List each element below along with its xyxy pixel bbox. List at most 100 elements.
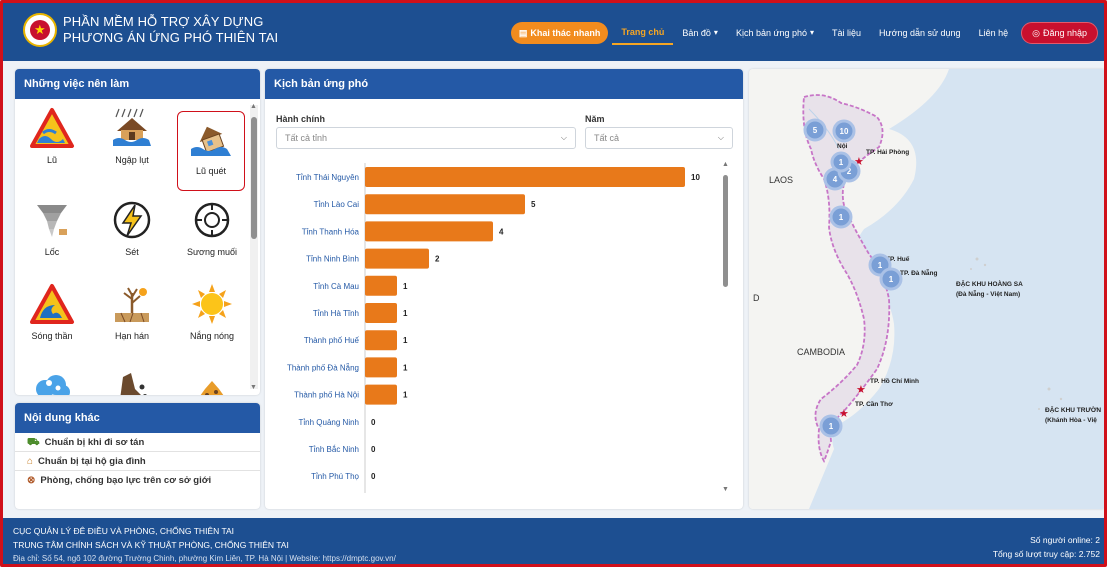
- scroll-down-arrow-icon[interactable]: ▼: [250, 384, 257, 391]
- nav-map[interactable]: Bản đồ ▾: [673, 22, 727, 44]
- top-header: ★ PHẦN MỀM HỖ TRỢ XÂY DỰNG PHƯƠNG ÁN ỨNG…: [3, 3, 1104, 61]
- map-label-d: D: [753, 293, 760, 303]
- chart-bar[interactable]: [365, 194, 525, 215]
- footer-org-1: CỤC QUẢN LÝ ĐÊ ĐIỀU VÀ PHÒNG, CHỐNG THIÊ…: [13, 526, 235, 536]
- chevron-down-icon: ▾: [810, 28, 815, 37]
- hazard-item-sat-lo[interactable]: [99, 361, 165, 395]
- cluster-marker[interactable]: 1: [829, 205, 853, 229]
- quick-access-button[interactable]: ▤ Khai thác nhanh: [510, 22, 609, 44]
- chart-bar[interactable]: [365, 357, 397, 378]
- chart-scrollbar[interactable]: ▲ ▼: [721, 161, 731, 493]
- map-label-truong-sa: ĐẶC KHU TRƯỜN: [1045, 405, 1101, 414]
- hazard-item-han-han[interactable]: Hạn hán: [99, 277, 165, 355]
- other-item-household[interactable]: ⌂ Chuẩn bị tại hộ gia đình: [15, 452, 260, 471]
- cluster-count: 1: [839, 213, 844, 222]
- chevron-down-icon: ⌵: [560, 133, 567, 142]
- hazard-item-ngap-lut[interactable]: Ngập lụt: [99, 101, 165, 179]
- scrollbar-thumb[interactable]: [251, 117, 257, 239]
- brand-title[interactable]: PHẦN MỀM HỖ TRỢ XÂY DỰNG PHƯƠNG ÁN ỨNG P…: [63, 14, 278, 46]
- logo-emblem: ★: [30, 20, 50, 40]
- hazards-scrollbar[interactable]: ▲ ▼: [250, 103, 258, 391]
- chart-bar[interactable]: [365, 248, 429, 269]
- nav-guide[interactable]: Hướng dẫn sử dụng: [870, 22, 970, 44]
- chart-bar[interactable]: [365, 330, 397, 351]
- cluster-count: 10: [840, 127, 849, 136]
- other-item-evacuation[interactable]: ⛟ Chuẩn bị khi đi sơ tán: [15, 433, 260, 452]
- map-label-ho-chi-minh: TP. Hồ Chí Minh: [870, 376, 919, 385]
- hazard-item-set[interactable]: Sét: [99, 193, 165, 271]
- other-item-label: Chuẩn bị khi đi sơ tán: [44, 436, 145, 448]
- cluster-marker[interactable]: 1: [830, 151, 852, 173]
- nav-scenarios[interactable]: Kịch bản ứng phó ▾: [727, 22, 823, 44]
- hazard-item-nang-nong[interactable]: Nắng nóng: [179, 277, 245, 355]
- hazard-label: Lốc: [44, 247, 60, 257]
- cluster-count: 5: [813, 126, 818, 135]
- flood-warning-sign-icon: [30, 108, 74, 148]
- map-label-hoang-sa: ĐẶC KHU HOÀNG SA: [956, 279, 1023, 288]
- logo-icon[interactable]: ★: [23, 13, 57, 47]
- hazard-label: Lũ: [46, 155, 57, 165]
- cluster-count: 1: [839, 158, 844, 167]
- hazard-label: Hạn hán: [114, 331, 150, 341]
- bar-value-label: 0: [371, 418, 376, 427]
- map-label-hai-phong: TP. Hải Phòng: [866, 149, 909, 156]
- star-marker-icon: ★: [856, 383, 866, 396]
- chart-bar[interactable]: [365, 384, 397, 405]
- chart-bar[interactable]: [365, 303, 397, 323]
- hazard-label: Sét: [125, 247, 139, 257]
- nav-map-label: Bản đồ: [682, 28, 711, 38]
- bar-value-label: 1: [403, 309, 408, 318]
- map-label-cambodia: CAMBODIA: [797, 347, 845, 357]
- chart-bar[interactable]: [365, 275, 397, 296]
- admin-filter-select[interactable]: Tất cả tỉnh ⌵: [276, 127, 576, 149]
- map-label-da-nang: TP. Đà Nẵng: [900, 268, 937, 277]
- cluster-marker[interactable]: 1: [879, 267, 903, 291]
- scroll-up-arrow-icon[interactable]: ▲: [722, 161, 729, 168]
- nav-home[interactable]: Trang chủ: [612, 21, 674, 45]
- admin-filter-value: Tất cả tỉnh: [285, 133, 328, 143]
- chart-bar[interactable]: [365, 221, 493, 242]
- cluster-marker[interactable]: 1: [819, 414, 843, 438]
- hazard-item-loc[interactable]: Lốc: [19, 193, 85, 271]
- bar-value-label: 2: [435, 255, 440, 264]
- map-label-truong-sa-sub: (Khánh Hòa - Việ: [1045, 417, 1097, 424]
- other-item-label: Chuẩn bị tại hộ gia đình: [38, 455, 146, 467]
- chart-bar[interactable]: [365, 167, 685, 187]
- hazards-panel-title: Những việc nên làm: [15, 69, 260, 99]
- hazard-item-dong-dat[interactable]: [179, 361, 245, 395]
- user-icon: ◎: [1032, 28, 1040, 38]
- main-nav: ▤ Khai thác nhanh Trang chủ Bản đồ ▾ Kịc…: [510, 21, 1098, 45]
- footer-address: Địa chỉ: Số 54, ngõ 102 đường Trường Chi…: [13, 554, 396, 563]
- scroll-down-arrow-icon[interactable]: ▼: [722, 486, 729, 493]
- vietnam-map[interactable]: LAOS CAMBODIA D TP. Hải Phòng Nội TP. Hu…: [749, 69, 1106, 509]
- flash-flood-house-icon: [191, 126, 231, 156]
- bar-category-label: Thành phố Đà Nẵng: [287, 363, 359, 372]
- evacuation-icon: ⛟: [27, 436, 40, 448]
- cluster-marker[interactable]: 5: [803, 118, 827, 142]
- bar-category-label: Tỉnh Quảng Ninh: [299, 418, 359, 427]
- document-icon: ▤: [518, 28, 528, 38]
- cluster-marker[interactable]: 10: [832, 119, 856, 143]
- hazard-item-suong-muoi[interactable]: Sương muối: [179, 193, 245, 271]
- other-item-gender-violence[interactable]: ⊗ Phòng, chống bạo lực trên cơ sở giới: [15, 471, 260, 490]
- hazard-item-lu[interactable]: Lũ: [19, 101, 85, 179]
- hazard-item-song-than[interactable]: Sóng thần: [19, 277, 85, 355]
- other-content-title: Nội dung khác: [15, 403, 260, 433]
- scenario-panel-title: Kịch bản ứng phó: [265, 69, 743, 99]
- map-panel[interactable]: LAOS CAMBODIA D TP. Hải Phòng Nội TP. Hu…: [749, 69, 1106, 509]
- sun-heat-icon: [192, 284, 232, 324]
- tsunami-warning-icon: [30, 284, 74, 324]
- bar-category-label: Tỉnh Thái Nguyên: [296, 173, 359, 182]
- footer: CỤC QUẢN LÝ ĐÊ ĐIỀU VÀ PHÒNG, CHỐNG THIÊ…: [3, 518, 1104, 564]
- bar-value-label: 1: [403, 391, 408, 400]
- chart-scrollbar-thumb[interactable]: [723, 175, 728, 287]
- scroll-up-arrow-icon[interactable]: ▲: [250, 103, 257, 110]
- login-button[interactable]: ◎ Đăng nhập: [1021, 22, 1098, 44]
- bar-value-label: 1: [403, 363, 408, 372]
- hazard-label: Sóng thần: [31, 331, 73, 341]
- year-filter-select[interactable]: Tất cả ⌵: [585, 127, 733, 149]
- hazard-item-mua-da[interactable]: [19, 361, 85, 395]
- hazard-item-lu-quet[interactable]: Lũ quét: [177, 111, 245, 191]
- nav-contact[interactable]: Liên hệ: [970, 22, 1018, 44]
- nav-documents[interactable]: Tài liệu: [823, 22, 870, 44]
